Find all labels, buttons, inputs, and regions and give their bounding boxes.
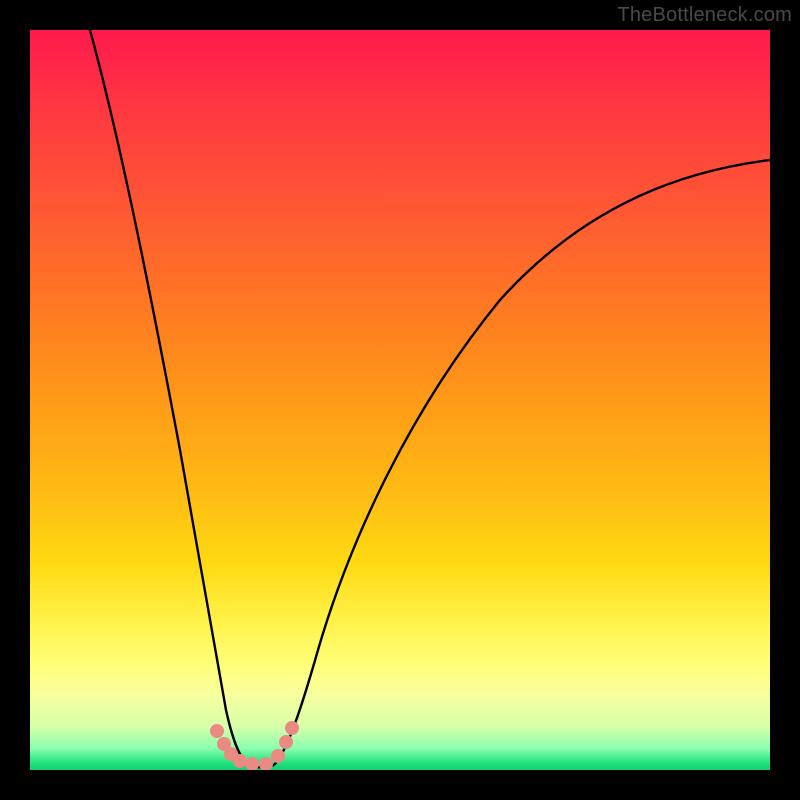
- data-marker: [234, 755, 247, 768]
- curve-layer: [30, 30, 770, 770]
- marker-group: [211, 722, 299, 771]
- data-marker: [272, 750, 285, 763]
- data-marker: [246, 758, 259, 771]
- curve-right-branch: [274, 160, 770, 765]
- watermark-text: TheBottleneck.com: [617, 4, 792, 27]
- plot-area: [30, 30, 770, 770]
- chart-frame: TheBottleneck.com: [0, 0, 800, 800]
- data-marker: [211, 725, 224, 738]
- curve-left-branch: [90, 30, 248, 765]
- data-marker: [280, 736, 293, 749]
- data-marker: [286, 722, 299, 735]
- data-marker: [260, 758, 273, 771]
